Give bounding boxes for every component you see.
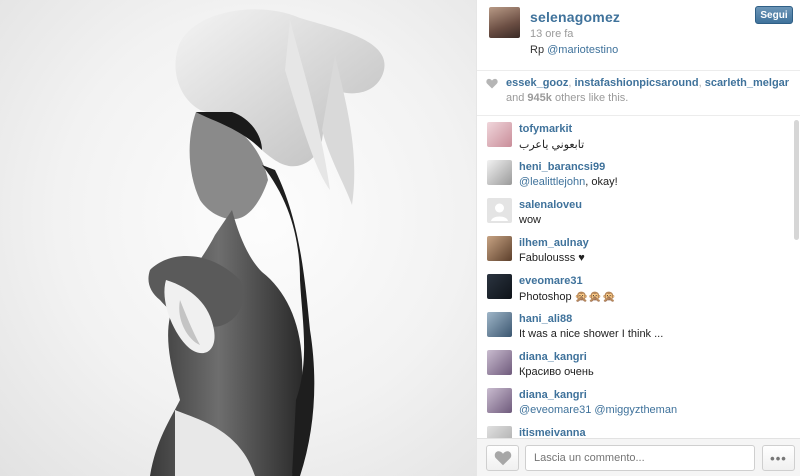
liker-separator: , (698, 77, 702, 89)
comment-text: wow (519, 214, 542, 226)
commenter-avatar[interactable] (487, 426, 512, 438)
likes-others-suffix: others like this. (551, 92, 629, 104)
caption-mention-link[interactable]: @mariotestino (547, 44, 618, 56)
post-photo[interactable] (0, 0, 476, 476)
comment-input[interactable] (525, 445, 755, 471)
comment-item: heni_barancsi99 @lealittlejohn, okay! (477, 156, 800, 194)
comments-list[interactable]: tofymarkit تابعوني ياعرب heni_barancsi99… (477, 116, 800, 438)
like-count-heart-icon (486, 78, 498, 89)
comments-scrollbar[interactable] (794, 120, 799, 240)
comment-item: itismeivanna (477, 422, 800, 438)
comment-item: eveomare31 Photoshop 🙊🙊🙊 (477, 270, 800, 308)
instagram-post-view: selenagomez 13 ore fa Rp @mariotestino S… (0, 0, 800, 476)
likers-list: essek_gooz, instafashionpicsaround, scar… (506, 77, 789, 89)
comment-item: ilhem_aulnay Fabulousss ♥ (477, 232, 800, 270)
comment-item: hani_ali88 It was a nice shower I think … (477, 308, 800, 346)
comment-text: Красиво очень (519, 366, 594, 378)
comment-body: , okay! (585, 176, 618, 188)
more-options-button[interactable]: ••• (762, 445, 795, 471)
liker-link[interactable]: scarleth_melgar (705, 77, 789, 89)
liker-link[interactable]: instafashionpicsaround (575, 77, 699, 89)
commenter-avatar[interactable] (487, 388, 512, 413)
comment-text: @lealittlejohn, okay! (519, 176, 618, 188)
comment-item: tofymarkit تابعوني ياعرب (477, 118, 800, 156)
like-button[interactable] (486, 445, 519, 471)
post-actions-bar: ••• (477, 438, 800, 476)
comment-mention-link[interactable]: @eveomare31 @miggyztheman (519, 404, 677, 416)
comment-text: It was a nice shower I think ... (519, 328, 664, 340)
commenter-avatar[interactable] (487, 236, 512, 261)
commenter-username[interactable]: eveomare31 (519, 275, 583, 287)
post-sidebar: selenagomez 13 ore fa Rp @mariotestino S… (477, 0, 800, 476)
likes-others-prefix: and (506, 92, 528, 104)
commenter-username[interactable]: itismeivanna (519, 427, 586, 438)
commenter-avatar[interactable] (487, 160, 512, 185)
more-dots-icon: ••• (770, 450, 787, 466)
liker-separator: , (568, 77, 572, 89)
likes-others-text: and 945k others like this. (506, 92, 628, 104)
post-timestamp[interactable]: 13 ore fa (530, 28, 573, 40)
comment-item: diana_kangri Красиво очень (477, 346, 800, 384)
follow-button[interactable]: Segui (755, 6, 793, 24)
heart-icon (494, 451, 511, 466)
comment-text: @eveomare31 @miggyztheman (519, 404, 677, 416)
commenter-avatar[interactable] (487, 122, 512, 147)
commenter-avatar[interactable] (487, 274, 512, 299)
commenter-avatar[interactable] (487, 350, 512, 375)
comment-item: salenaloveu wow (477, 194, 800, 232)
author-username[interactable]: selenagomez (530, 9, 620, 25)
commenter-username[interactable]: tofymarkit (519, 123, 572, 135)
author-avatar[interactable] (489, 7, 520, 38)
commenter-username[interactable]: heni_barancsi99 (519, 161, 605, 173)
commenter-username[interactable]: hani_ali88 (519, 313, 572, 325)
comment-item: diana_kangri @eveomare31 @miggyztheman (477, 384, 800, 422)
post-caption: Rp @mariotestino (530, 44, 618, 56)
commenter-username[interactable]: diana_kangri (519, 389, 587, 401)
commenter-username[interactable]: ilhem_aulnay (519, 237, 589, 249)
comment-text: تابعوني ياعرب (519, 139, 585, 151)
comment-text: Fabulousss ♥ (519, 252, 585, 264)
comment-text: Photoshop 🙊🙊🙊 (519, 291, 616, 303)
commenter-username[interactable]: salenaloveu (519, 199, 582, 211)
commenter-avatar[interactable] (487, 198, 512, 223)
caption-text: Rp (530, 44, 548, 56)
comment-mention-link[interactable]: @lealittlejohn (519, 176, 585, 188)
post-header: selenagomez 13 ore fa Rp @mariotestino S… (477, 0, 800, 70)
likes-count[interactable]: 945k (527, 92, 551, 104)
liker-link[interactable]: essek_gooz (506, 77, 568, 89)
post-image (148, 9, 385, 476)
default-avatar-icon (491, 203, 508, 221)
commenter-avatar[interactable] (487, 312, 512, 337)
commenter-username[interactable]: diana_kangri (519, 351, 587, 363)
